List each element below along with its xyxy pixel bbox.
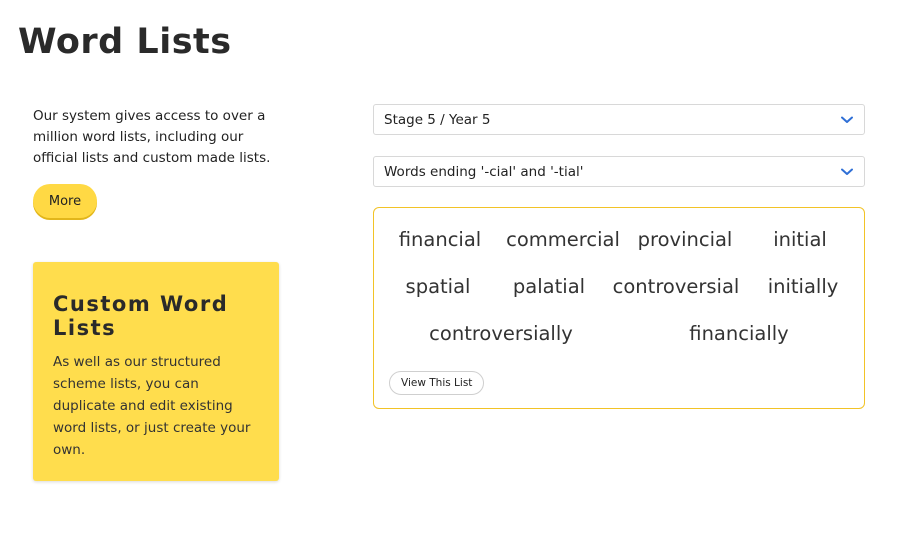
view-list-button[interactable]: View This List [389,371,485,395]
word-item: provincial [637,228,733,251]
page-title: Word Lists [18,22,232,62]
word-list-select-value: Words ending '-cial' and '-tial' [384,163,584,180]
more-button[interactable]: More [33,184,97,218]
custom-card-body: As well as our structured scheme lists, … [53,354,251,458]
word-item: financial [398,228,482,251]
word-item: commercial [506,228,620,251]
word-item: spatial [405,275,471,298]
word-item: palatial [512,275,586,298]
word-item: initial [773,228,827,251]
word-item: controversially [429,322,573,345]
word-item: financially [689,322,789,345]
stage-select[interactable]: Stage 5 / Year 5 [373,104,865,135]
stage-select-value: Stage 5 / Year 5 [384,111,491,128]
word-item: controversial [612,275,740,298]
word-item: initially [767,275,839,298]
chevron-down-icon [840,165,854,179]
intro-text: Our system gives access to over a millio… [33,108,271,166]
custom-word-lists-card: Custom Word Lists As well as our structu… [33,262,279,481]
word-list-select[interactable]: Words ending '-cial' and '-tial' [373,156,865,187]
custom-card-heading: Custom Word Lists [53,292,229,340]
word-list-preview: financial commercial provincial initial … [373,207,865,409]
chevron-down-icon [840,113,854,127]
